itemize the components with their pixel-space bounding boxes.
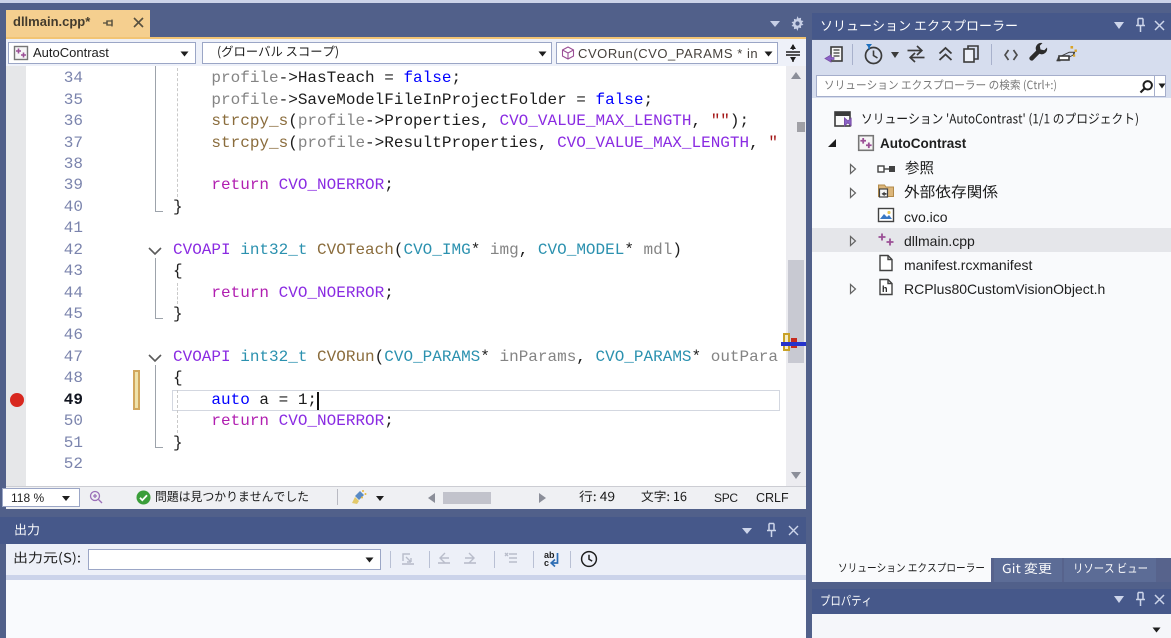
svg-text:c: c bbox=[544, 558, 549, 568]
svg-text:h: h bbox=[882, 284, 888, 294]
